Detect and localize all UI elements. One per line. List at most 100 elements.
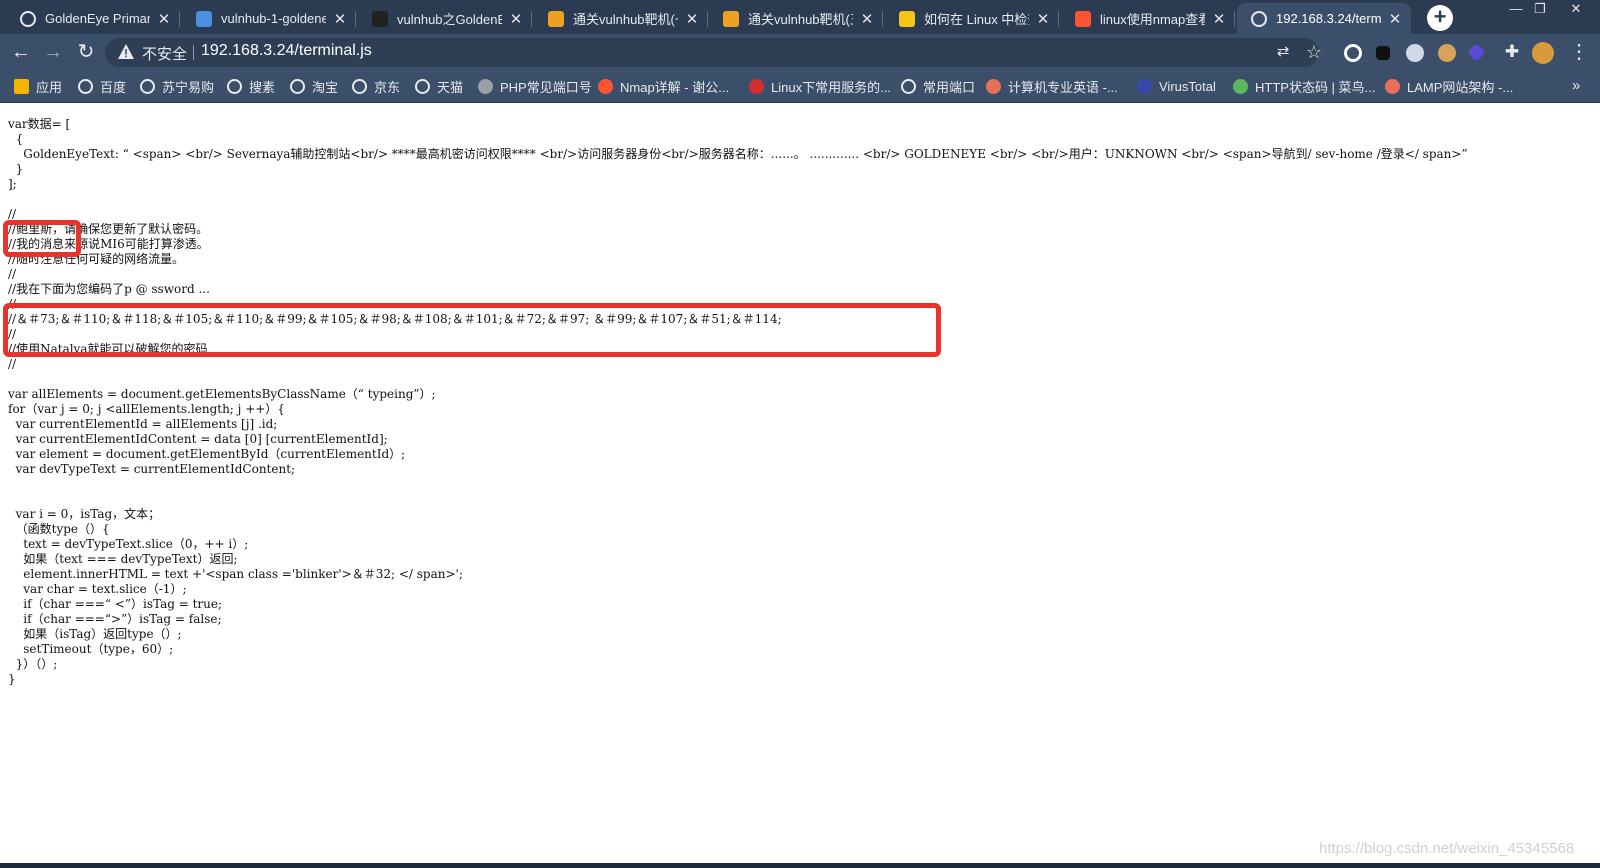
tab-close-icon[interactable]: ✕ — [508, 10, 524, 28]
extension-diamond-icon[interactable] — [1467, 43, 1486, 62]
tab-strip: GoldenEye Primary ✕ vulnhub-1-goldene ✕ vuln… — [0, 0, 1600, 34]
forward-button[interactable]: → — [41, 40, 65, 64]
tab-1[interactable]: vulnhub-1-goldene ✕ — [182, 3, 356, 34]
restore-button[interactable]: ❐ — [1527, 0, 1553, 20]
code-line: var allElements = document.getElementsBy… — [8, 387, 436, 401]
globe-icon — [352, 79, 367, 94]
tab-close-icon[interactable]: ✕ — [1211, 10, 1227, 28]
tab-title: vulnhub之GoldenEy — [397, 12, 502, 27]
tab-0[interactable]: GoldenEye Primary ✕ — [6, 3, 180, 34]
bookmark-item[interactable]: 苏宁易购 — [140, 71, 214, 102]
bookmark-label: 天猫 — [437, 80, 464, 95]
extensions-puzzle-icon[interactable]: ✚ — [1500, 40, 1524, 64]
tab-close-icon[interactable]: ✕ — [332, 10, 348, 28]
reload-button[interactable]: ↻ — [74, 40, 98, 64]
bookmark-label: VirusTotal — [1159, 79, 1216, 94]
code-line: //我在下面为您编码了p @ ssword ... — [8, 282, 210, 296]
code-line: { — [8, 132, 24, 146]
tab-close-icon[interactable]: ✕ — [684, 10, 700, 28]
tab-3[interactable]: 通关vulnhub靶机(一 ✕ — [534, 3, 708, 34]
translate-icon[interactable]: ⇄ — [1271, 40, 1295, 64]
tab-separator — [882, 11, 883, 27]
code-line: GoldenEyeText: “ <span> <br/> Severnaya辅… — [8, 147, 1468, 161]
tab-separator — [179, 11, 180, 27]
tab-close-icon[interactable]: ✕ — [1035, 10, 1051, 28]
extension-n-icon[interactable] — [1376, 46, 1390, 60]
code-line: // — [8, 267, 17, 281]
bookmark-item[interactable]: 搜素 — [227, 71, 275, 102]
profile-avatar[interactable] — [1532, 42, 1554, 64]
bookmark-item[interactable]: 应用 — [14, 71, 62, 102]
tab-close-icon[interactable]: ✕ — [156, 10, 172, 28]
menu-kebab-icon[interactable]: ⋮ — [1567, 40, 1591, 64]
code-line: //我的消息来源说MI6可能打算渗透。 — [8, 237, 209, 251]
minimize-button[interactable]: — — [1503, 0, 1529, 20]
code-line: var char = text.slice（-1）; — [8, 582, 187, 596]
globe-icon — [78, 79, 93, 94]
tab-5[interactable]: 如何在 Linux 中检查 ✕ — [885, 3, 1059, 34]
bookmarks-more-icon[interactable]: » — [1572, 77, 1580, 94]
tab-title: GoldenEye Primary — [45, 11, 150, 26]
bookmark-item[interactable]: PHP常见端口号 — [478, 71, 592, 102]
tab-close-icon[interactable]: ✕ — [1387, 10, 1403, 28]
bookmark-label: 应用 — [36, 80, 63, 95]
bookmark-item[interactable]: 计算机专业英语 -... — [986, 71, 1118, 102]
tab-close-icon[interactable]: ✕ — [859, 10, 875, 28]
bookmark-item[interactable]: Nmap详解 - 谢公... — [598, 71, 729, 102]
bookmark-item[interactable]: 淘宝 — [290, 71, 338, 102]
code-line: setTimeout（type，60）; — [8, 642, 174, 656]
bookmark-item[interactable]: 常用端口 — [901, 71, 975, 102]
warning-icon[interactable] — [117, 43, 135, 61]
quill-icon — [478, 79, 493, 94]
bookmark-item[interactable]: 京东 — [352, 71, 400, 102]
bookmark-item[interactable]: 天猫 — [415, 71, 463, 102]
code-line: text = devTypeText.slice（0，++ i）; — [8, 537, 249, 551]
cookie-icon[interactable] — [1438, 44, 1456, 62]
globe-icon — [415, 79, 430, 94]
tab-title: 通关vulnhub靶机(一 — [573, 12, 678, 27]
csdn-icon — [1075, 10, 1091, 27]
bookmark-label: 京东 — [374, 80, 401, 95]
bookmark-star-icon[interactable]: ☆ — [1302, 40, 1326, 64]
insecure-label[interactable]: 不安全 — [142, 43, 187, 64]
bookmark-item[interactable]: Linux下常用服务的... — [749, 71, 891, 102]
github-icon — [372, 10, 388, 27]
bookmark-item[interactable]: LAMP网站架构 -... — [1385, 71, 1513, 102]
bookmark-label: LAMP网站架构 -... — [1407, 80, 1514, 95]
page-content: var数据= [ { GoldenEyeText: “ <span> <br/>… — [0, 103, 1600, 863]
tab-7[interactable]: 192.168.3.24/termi ✕ — [1237, 3, 1411, 34]
apps-grid-icon — [14, 79, 29, 94]
tab-4[interactable]: 通关vulnhub靶机(五 ✕ — [709, 3, 883, 34]
highlight-box-encoded-password — [3, 303, 941, 357]
globe-icon — [140, 79, 155, 94]
url-text[interactable]: 192.168.3.24/terminal.js — [201, 42, 372, 60]
bookmark-item[interactable]: VirusTotal — [1137, 71, 1216, 102]
bookmark-item[interactable]: 百度 — [78, 71, 126, 102]
code-line: // — [8, 207, 17, 221]
code-line: element.innerHTML = text +'<span class =… — [8, 567, 463, 581]
code-line: var devTypeText = currentElementIdConten… — [8, 462, 296, 476]
tab-6[interactable]: linux使用nmap查看 ✕ — [1061, 3, 1235, 34]
code-line: var i = 0，isTag，文本； — [8, 507, 161, 521]
extension-circle-icon[interactable] — [1344, 44, 1362, 62]
bookmarks-bar: 应用 百度 苏宁易购 搜素 淘宝 京东 天猫 PHP常见端口号 Nmap详解 - 谢公... Li… — [0, 71, 1600, 103]
tab-2[interactable]: vulnhub之GoldenEy ✕ — [358, 3, 532, 34]
extension-cluster-icon[interactable] — [1406, 44, 1424, 62]
highlight-box-boris — [3, 220, 81, 257]
bookmark-label: Linux下常用服务的... — [771, 80, 891, 95]
globe-icon — [20, 10, 36, 27]
tab-title: vulnhub-1-goldene — [221, 11, 326, 26]
back-button[interactable]: ← — [9, 40, 33, 64]
bookmark-item[interactable]: HTTP状态码 | 菜鸟... — [1233, 71, 1375, 102]
bookmark-label: 百度 — [100, 80, 127, 95]
code-line: } — [8, 672, 16, 686]
window-close-button[interactable]: ✕ — [1563, 0, 1589, 20]
globe-icon — [227, 79, 242, 94]
code-line: // — [8, 357, 17, 371]
url-separator — [193, 45, 194, 60]
jian-icon — [986, 79, 1001, 94]
code-line: var数据= [ — [8, 117, 71, 131]
new-tab-button[interactable]: + — [1427, 5, 1453, 31]
